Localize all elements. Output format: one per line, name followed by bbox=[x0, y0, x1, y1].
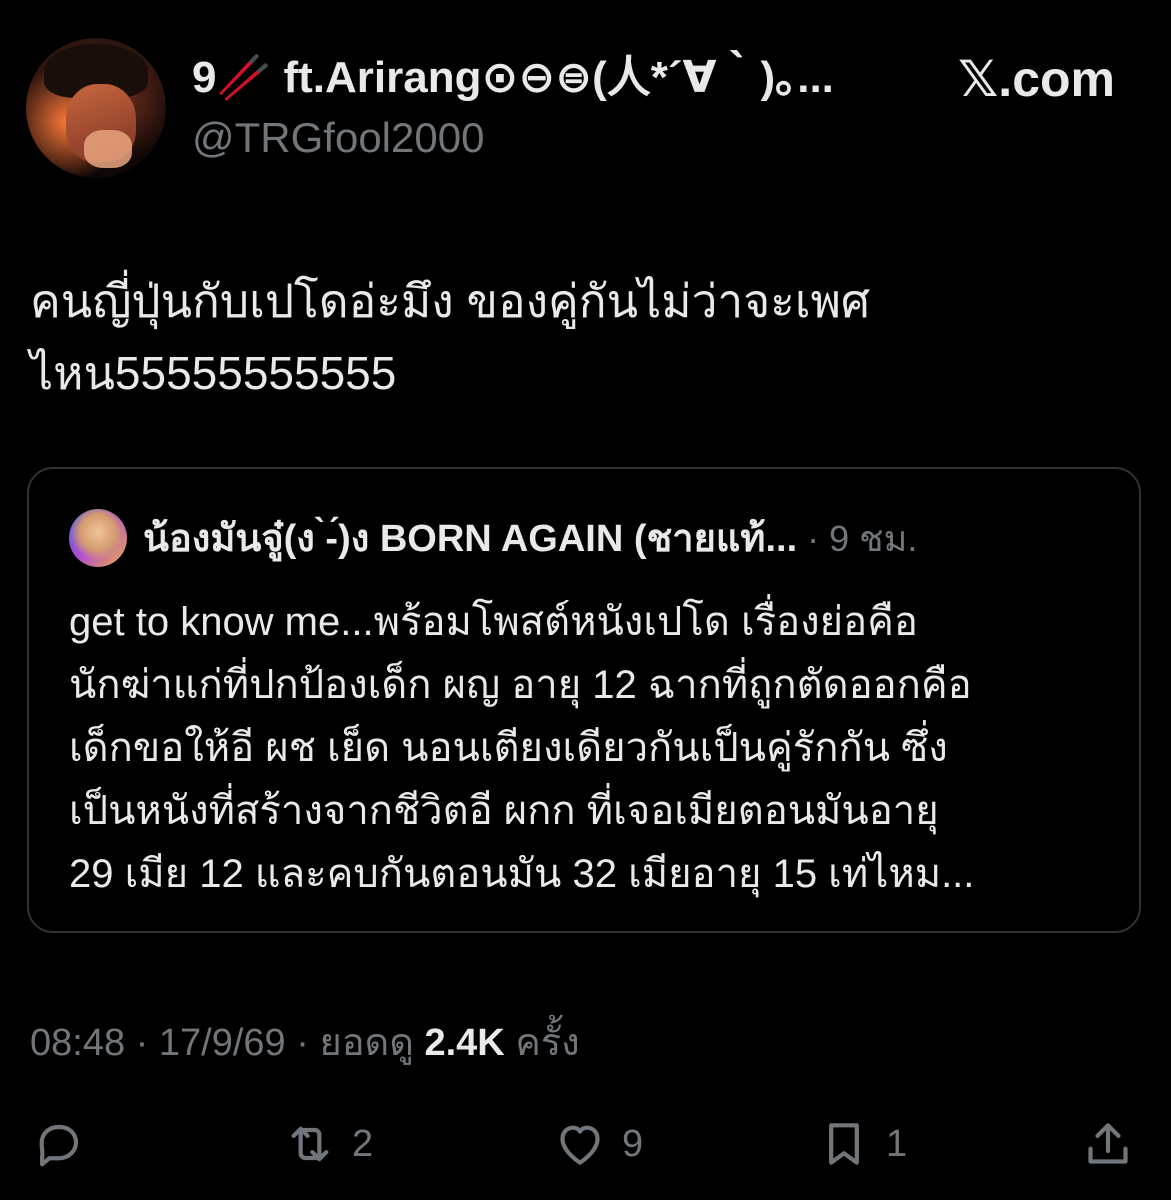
quoted-post-text: get to know me...พร้อมโพสต์หนังเปโด เรื่… bbox=[69, 591, 1119, 906]
quoted-author-name: น้องมันจู๋(ง ̀-́)ง BORN AGAIN (ชายแท้... bbox=[143, 518, 798, 560]
meta-separator: · bbox=[125, 1022, 159, 1064]
quoted-text-line: เป็นหนังที่สร้างจากชีวิตอี ผกก ที่เจอเมี… bbox=[69, 789, 939, 833]
post-text-line: ไหน55555555555 bbox=[30, 347, 397, 399]
avatar[interactable] bbox=[26, 38, 166, 178]
bookmark-icon bbox=[829, 1123, 859, 1165]
like-count: 9 bbox=[622, 1122, 644, 1165]
quoted-author-avatar bbox=[69, 509, 127, 567]
share-icon bbox=[1088, 1123, 1128, 1164]
post-text-line: คนญี่ปุ่นกับเปโดอ่ะมึง ของคู่กันไม่ว่าจะ… bbox=[30, 275, 871, 327]
site-brand-logo: 𝕏.com bbox=[958, 51, 1115, 107]
quoted-post-card[interactable]: น้องมันจู๋(ง ̀-́)ง BORN AGAIN (ชายแท้...… bbox=[27, 467, 1141, 933]
repost-count: 2 bbox=[352, 1122, 374, 1165]
post-text: คนญี่ปุ่นกับเปโดอ่ะมึง ของคู่กันไม่ว่าจะ… bbox=[30, 265, 1140, 409]
bookmark-count: 1 bbox=[886, 1122, 908, 1165]
quoted-text-line: 29 เมีย 12 และคบกันตอนมัน 32 เมียอายุ 15… bbox=[69, 852, 975, 896]
repost-icon bbox=[291, 1126, 329, 1162]
quoted-text-line: get to know me...พร้อมโพสต์หนังเปโด เรื่… bbox=[69, 600, 918, 644]
post-meta-line: 08:48 · 17/9/69 · ยอดดู 2.4K ครั้ง bbox=[30, 1016, 580, 1070]
quoted-text-line: นักฆ่าแก่ที่ปกป้องเด็ก ผญ อายุ 12 ฉากที่… bbox=[69, 663, 972, 707]
quoted-text-line: เด็กขอให้อี ผช เย็ด นอนเตียงเดียวกันเป็น… bbox=[69, 726, 948, 770]
views-label: ยอดดู bbox=[319, 1022, 414, 1064]
author-handle[interactable]: @TRGfool2000 bbox=[192, 112, 484, 164]
views-suffix: ครั้ง bbox=[515, 1022, 580, 1064]
heart-icon bbox=[560, 1125, 600, 1165]
reply-button[interactable] bbox=[30, 1108, 100, 1180]
action-bar: 2 9 1 bbox=[0, 1108, 1171, 1180]
reply-icon bbox=[39, 1124, 79, 1167]
quoted-post-header: น้องมันจู๋(ง ̀-́)ง BORN AGAIN (ชายแท้...… bbox=[143, 511, 1123, 567]
post-date[interactable]: 17/9/69 bbox=[159, 1022, 286, 1064]
meta-separator: · bbox=[285, 1022, 320, 1064]
repost-button[interactable]: 2 bbox=[282, 1108, 373, 1180]
author-display-name[interactable]: 9🥢 ft.Arirang⊙⊖⊜(人*´∀｀)｡... bbox=[192, 50, 882, 106]
quoted-post-time: · 9 ชม. bbox=[807, 518, 918, 559]
views-count[interactable]: 2.4K bbox=[424, 1022, 504, 1064]
avatar-hand bbox=[84, 130, 132, 168]
bookmark-button[interactable]: 1 bbox=[816, 1108, 907, 1180]
like-button[interactable]: 9 bbox=[552, 1108, 643, 1180]
post-time[interactable]: 08:48 bbox=[30, 1022, 125, 1064]
share-button[interactable] bbox=[1080, 1108, 1150, 1180]
